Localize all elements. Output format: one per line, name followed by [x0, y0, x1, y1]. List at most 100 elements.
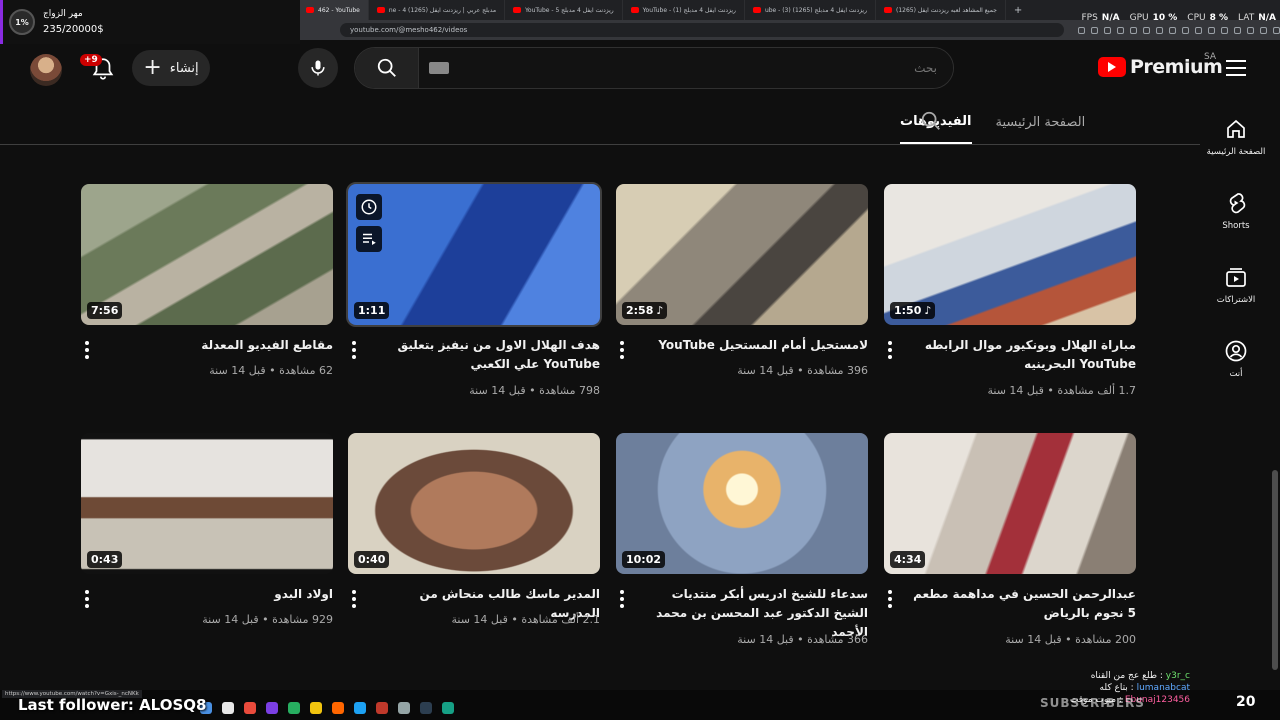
- video-menu-button[interactable]: [85, 590, 89, 608]
- youtube-favicon-icon: [376, 7, 385, 13]
- chat-message: y3r_c : طلع عج من القناه: [1090, 671, 1190, 681]
- video-card[interactable]: 4:34 عبدالرحمن الحسين في مداهمة مطعم 5 ن…: [884, 433, 1136, 646]
- video-card[interactable]: 2:58 ♪ لامستحيل أمام المستحيل YouTube 396…: [616, 184, 868, 377]
- video-menu-button[interactable]: [888, 590, 892, 608]
- video-menu-button[interactable]: [620, 341, 624, 359]
- search-input[interactable]: [419, 48, 953, 88]
- youtube-play-icon: [1098, 57, 1126, 77]
- tabs-divider: [0, 144, 1200, 145]
- video-title[interactable]: اولاد البدو: [108, 585, 333, 604]
- plus-icon: +: [143, 55, 162, 80]
- app-icon[interactable]: [310, 702, 322, 714]
- video-meta: 200 مشاهدة • قبل 14 سنة: [1005, 633, 1136, 646]
- subscribers-count: 20: [1236, 694, 1256, 710]
- app-icon[interactable]: [266, 702, 278, 714]
- performance-stats: FPS N/A GPU 10 % CPU 8 % LAT N/A: [1081, 13, 1276, 23]
- browser-tab[interactable]: (1265) جميع المشاهد لعبه ريزدنت ايفل: [876, 0, 1006, 20]
- youtube-premium-logo[interactable]: Premium SA: [1098, 52, 1223, 78]
- video-thumbnail[interactable]: 4:34: [884, 433, 1136, 574]
- video-title[interactable]: مقاطع الفيديو المعدلة: [108, 336, 333, 355]
- browser-tab[interactable]: YouTube - 5 ريزدنت ايفل 4 مدبلج: [505, 0, 623, 20]
- video-duration: 2:58 ♪: [622, 302, 668, 319]
- app-icon[interactable]: [354, 702, 366, 714]
- app-icon[interactable]: [332, 702, 344, 714]
- video-thumbnail[interactable]: 7:56: [81, 184, 333, 325]
- youtube-favicon-icon: [752, 7, 761, 13]
- video-duration: 10:02: [622, 551, 666, 568]
- video-menu-button[interactable]: [888, 341, 892, 359]
- app-icon[interactable]: [244, 702, 256, 714]
- video-card[interactable]: 0:40 المدير ماسك طالب منحاش من المدرسه 2…: [348, 433, 600, 626]
- youtube-favicon-icon: [306, 7, 314, 13]
- browser-tab[interactable]: YouTube - (1) ريزدنت ايفل 4 مدبلج: [623, 0, 745, 20]
- video-duration: 1:50 ♪: [890, 302, 936, 319]
- video-title[interactable]: لامستحيل أمام المستحيل YouTube: [643, 336, 868, 355]
- clock-icon: [361, 199, 377, 215]
- video-card[interactable]: 1:11 هدف الهلال الاول من نيفيز بتعليق Yo…: [346, 182, 602, 397]
- nav-subscriptions[interactable]: الاشتراكات: [1200, 248, 1272, 322]
- app-icon[interactable]: [398, 702, 410, 714]
- video-meta: 929 مشاهدة • قبل 14 سنة: [202, 613, 333, 626]
- menu-button[interactable]: [1226, 60, 1246, 76]
- browser-tab[interactable]: 462 - YouTube: [298, 0, 369, 20]
- subscribers-label: SUBSCRIBERS: [1040, 696, 1145, 710]
- app-icon[interactable]: [442, 702, 454, 714]
- youtube-favicon-icon: [630, 7, 639, 13]
- new-tab-button[interactable]: +: [1006, 5, 1030, 16]
- video-thumbnail[interactable]: 0:40: [348, 433, 600, 574]
- video-thumbnail[interactable]: 1:11: [346, 182, 602, 327]
- video-meta: 396 مشاهدة • قبل 14 سنة: [737, 364, 868, 377]
- add-to-queue-button[interactable]: [356, 226, 382, 252]
- video-title[interactable]: هدف الهلال الاول من نيفيز بتعليق YouTube…: [375, 336, 601, 374]
- video-card[interactable]: 10:02 سدعاء للشيخ ادريس أبكر منتديات الش…: [616, 433, 868, 646]
- page-scrollbar[interactable]: [1272, 470, 1278, 670]
- video-thumbnail[interactable]: 1:50 ♪: [884, 184, 1136, 325]
- notifications-badge: +9: [80, 54, 102, 66]
- create-button[interactable]: + إنشاء: [132, 50, 210, 86]
- search-button[interactable]: [355, 48, 419, 88]
- microphone-icon: [311, 60, 325, 76]
- you-icon: [1225, 340, 1247, 362]
- subscriptions-icon: [1226, 268, 1246, 287]
- last-follower-text: Last follower: ALOSQ8: [18, 696, 207, 714]
- channel-search-icon[interactable]: [920, 110, 942, 132]
- watch-later-button[interactable]: [356, 194, 382, 220]
- goal-title: مهر الزواج: [43, 9, 83, 19]
- donation-goal-overlay: 1% مهر الزواج 235/20000$: [0, 0, 300, 44]
- search-field-container: [419, 48, 953, 88]
- video-menu-button[interactable]: [352, 590, 356, 608]
- video-card[interactable]: 0:43 اولاد البدو 929 مشاهدة • قبل 14 سنة: [81, 433, 333, 626]
- queue-icon: [363, 233, 376, 245]
- video-title[interactable]: عبدالرحمن الحسين في مداهمة مطعم 5 نجوم ب…: [911, 585, 1136, 623]
- video-meta: 366 مشاهدة • قبل 14 سنة: [737, 633, 868, 646]
- video-title[interactable]: مباراة الهلال وبونكيور موال الرابطه YouT…: [911, 336, 1136, 374]
- voice-search-button[interactable]: [298, 48, 338, 88]
- browser-tab[interactable]: ne - 4 مدبلج عربي | ريزدنت ايفل (1265): [369, 0, 506, 20]
- keyboard-icon[interactable]: [429, 62, 449, 74]
- video-card[interactable]: 1:50 ♪ مباراة الهلال وبونكيور موال الرابط…: [884, 184, 1136, 397]
- nav-you[interactable]: أنت: [1200, 322, 1272, 396]
- nav-shorts[interactable]: Shorts: [1200, 174, 1272, 248]
- video-duration: 7:56: [87, 302, 123, 319]
- video-thumbnail[interactable]: 0:43: [81, 433, 333, 574]
- video-thumbnail[interactable]: 2:58 ♪: [616, 184, 868, 325]
- video-card[interactable]: 7:56 مقاطع الفيديو المعدلة 62 مشاهدة • ق…: [81, 184, 333, 377]
- app-icon[interactable]: [288, 702, 300, 714]
- account-avatar[interactable]: [30, 54, 62, 86]
- video-menu-button[interactable]: [85, 341, 89, 359]
- youtube-favicon-icon: [513, 7, 522, 13]
- app-icon[interactable]: [376, 702, 388, 714]
- nav-home[interactable]: الصفحة الرئيسية: [1200, 100, 1272, 174]
- youtube-favicon-icon: [884, 7, 892, 13]
- goal-amount: 235/20000$: [43, 24, 104, 35]
- video-menu-button[interactable]: [352, 341, 356, 359]
- app-icon[interactable]: [420, 702, 432, 714]
- browser-tab[interactable]: ube - (3) ريزدنت ايفل 4 مدبلج (1265): [745, 0, 876, 20]
- taskbar-apps: [200, 702, 454, 714]
- url-field[interactable]: youtube.com/@mesho462/videos: [340, 23, 1064, 37]
- search-icon: [377, 58, 396, 77]
- video-menu-button[interactable]: [620, 590, 624, 608]
- video-thumbnail[interactable]: 10:02: [616, 433, 868, 574]
- app-icon[interactable]: [222, 702, 234, 714]
- tab-home[interactable]: الصفحة الرئيسية: [996, 100, 1086, 144]
